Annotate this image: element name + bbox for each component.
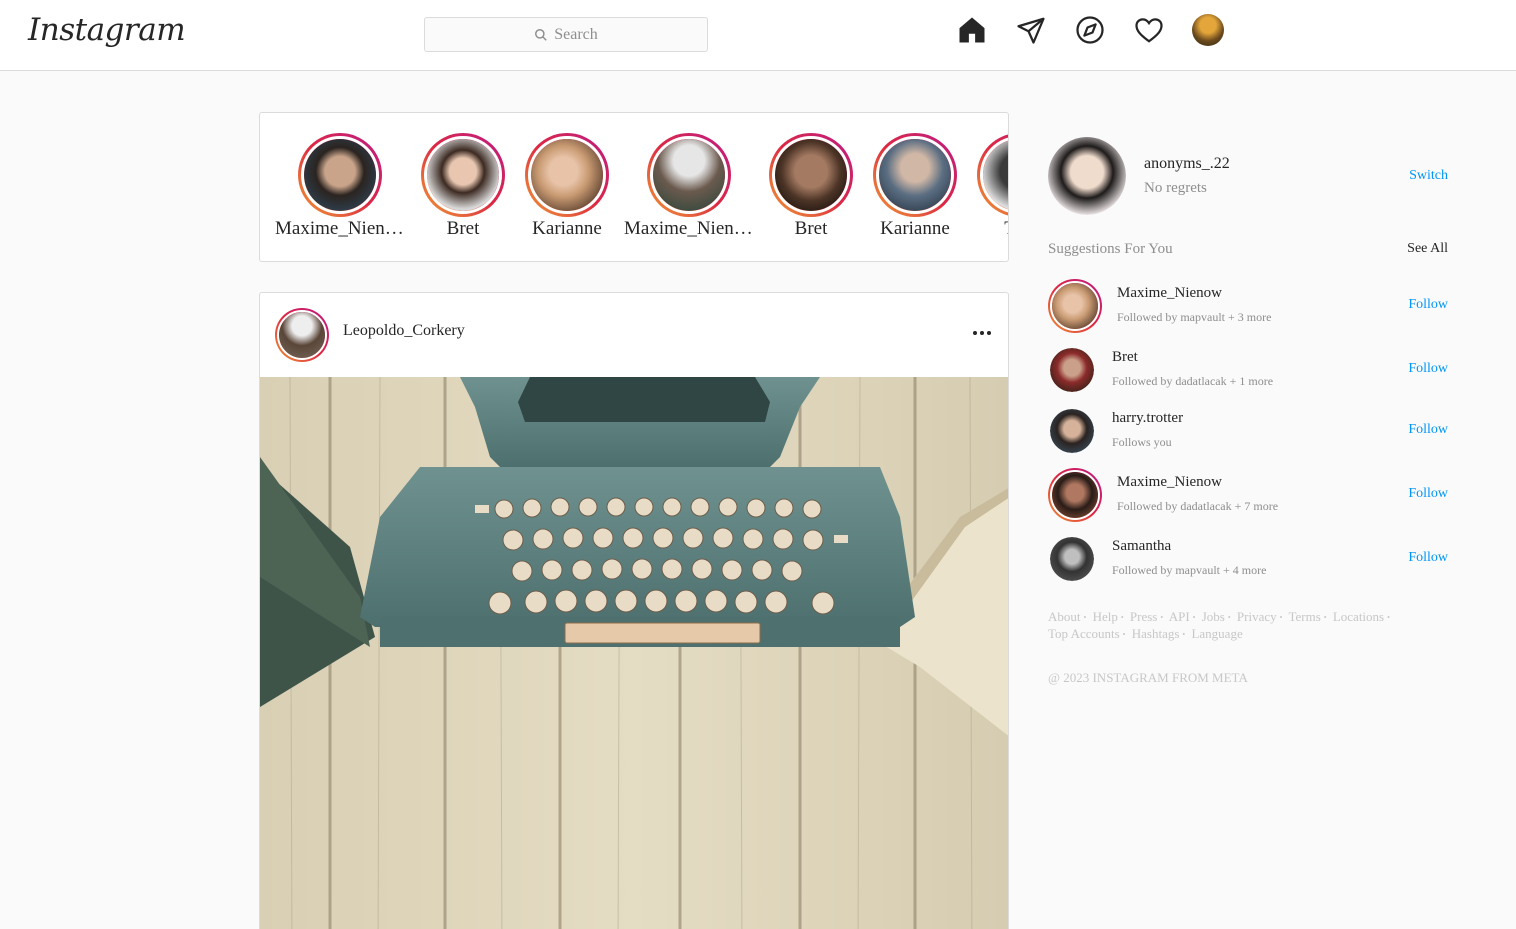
- story-username: Karianne: [532, 218, 602, 239]
- post-author-avatar[interactable]: [275, 308, 329, 362]
- story-ring: [298, 133, 382, 217]
- footer-link[interactable]: Help: [1093, 609, 1118, 624]
- story-ring: [525, 133, 609, 217]
- footer-link[interactable]: Locations: [1333, 609, 1384, 624]
- suggestion-meta: Followed by mapvault + 3 more: [1117, 310, 1272, 324]
- current-user-avatar[interactable]: [1048, 137, 1126, 215]
- suggestion-avatar[interactable]: [1048, 279, 1102, 333]
- footer-link[interactable]: Jobs: [1202, 609, 1225, 624]
- post-image[interactable]: [260, 377, 1009, 929]
- suggestion-row: Maxime_Nienow Followed by mapvault + 3 m…: [1048, 279, 1448, 335]
- current-user-card: anonyms_.22 No regrets Switch: [1048, 137, 1448, 217]
- suggestion-username[interactable]: Maxime_Nienow: [1117, 285, 1222, 302]
- activity-heart-icon[interactable]: [1133, 14, 1165, 46]
- avatar: [1192, 14, 1224, 46]
- avatar: [653, 139, 725, 211]
- story-username: Maxime_Nienow: [624, 218, 754, 239]
- avatar: [531, 139, 603, 211]
- follow-button[interactable]: Follow: [1408, 486, 1448, 502]
- story-item[interactable]: Maxime_Nienow: [275, 133, 405, 240]
- suggestion-avatar[interactable]: [1048, 468, 1102, 522]
- footer-link[interactable]: API: [1169, 609, 1190, 624]
- footer-link[interactable]: Press: [1130, 609, 1157, 624]
- avatar: [1052, 283, 1098, 329]
- suggestion-meta: Followed by mapvault + 4 more: [1112, 563, 1267, 577]
- footer-links-line-1: About • Help • Press • API • Jobs • Privacy • …: [1048, 609, 1390, 624]
- profile-avatar[interactable]: [1192, 14, 1224, 46]
- top-navigation-bar: Instagram Search: [0, 0, 1516, 71]
- avatar: [427, 139, 499, 211]
- suggestion-username[interactable]: harry.trotter: [1112, 410, 1183, 427]
- suggestion-meta: Follows you: [1112, 435, 1172, 449]
- follow-button[interactable]: Follow: [1408, 297, 1448, 313]
- avatar: [1050, 537, 1094, 581]
- avatar: [279, 312, 325, 358]
- story-ring: [769, 133, 853, 217]
- avatar: [1050, 409, 1094, 453]
- current-username[interactable]: anonyms_.22: [1144, 155, 1230, 173]
- suggestion-username[interactable]: Bret: [1112, 349, 1138, 366]
- follow-button[interactable]: Follow: [1408, 422, 1448, 438]
- direct-message-icon[interactable]: [1015, 14, 1047, 46]
- search-icon: [535, 28, 547, 41]
- post-header: Leopoldo_Corkery: [260, 293, 1008, 377]
- post-author-username[interactable]: Leopoldo_Corkery: [343, 322, 465, 340]
- suggestion-username[interactable]: Samantha: [1112, 538, 1171, 555]
- suggestion-row: Samantha Followed by mapvault + 4 more F…: [1048, 532, 1448, 588]
- footer-links: About • Help • Press • API • Jobs • Privacy • …: [1048, 609, 1428, 643]
- avatar: [879, 139, 951, 211]
- more-options-icon[interactable]: [970, 321, 994, 345]
- story-item[interactable]: Maxime_Nienow: [624, 133, 754, 240]
- nav-icon-group: [956, 14, 1224, 46]
- story-ring: [977, 133, 1008, 217]
- footer-links-line-2: Top Accounts • Hashtags • Language: [1048, 626, 1243, 642]
- search-input[interactable]: Search: [424, 17, 708, 52]
- story-username: Maxime_Nienow: [275, 218, 405, 239]
- switch-account-button[interactable]: Switch: [1409, 168, 1448, 184]
- story-username: The: [954, 218, 1008, 240]
- story-ring: [421, 133, 505, 217]
- feed-post: Leopoldo_Corkery: [259, 292, 1009, 929]
- suggestions-title: Suggestions For You: [1048, 241, 1173, 257]
- current-user-subtitle: No regrets: [1144, 180, 1207, 196]
- home-icon[interactable]: [956, 14, 988, 46]
- footer-link[interactable]: Privacy: [1237, 609, 1277, 624]
- suggestion-meta: Followed by dadatlacak + 1 more: [1112, 374, 1274, 388]
- suggestion-meta: Followed by dadatlacak + 7 more: [1117, 499, 1279, 513]
- avatar: [775, 139, 847, 211]
- explore-icon[interactable]: [1074, 14, 1106, 46]
- right-sidebar: anonyms_.22 No regrets Switch Suggestion…: [1048, 137, 1448, 685]
- suggestion-row: harry.trotter Follows you Follow: [1048, 404, 1448, 460]
- suggestion-row: Bret Followed by dadatlacak + 1 more Fol…: [1048, 343, 1448, 399]
- story-item[interactable]: Karianne: [502, 133, 632, 240]
- stories-tray: Maxime_Nienow Bret Karianne Maxime_Nieno…: [259, 112, 1009, 262]
- follow-button[interactable]: Follow: [1408, 550, 1448, 566]
- story-ring: [873, 133, 957, 217]
- footer-link[interactable]: About: [1048, 609, 1081, 624]
- follow-button[interactable]: Follow: [1408, 361, 1448, 377]
- avatar: [1048, 137, 1126, 215]
- footer-link[interactable]: Hashtags: [1132, 626, 1180, 641]
- footer-link[interactable]: Language: [1191, 626, 1242, 641]
- copyright-text: @ 2023 INSTAGRAM FROM META: [1048, 670, 1248, 685]
- suggestion-row: Maxime_Nienow Followed by dadatlacak + 7…: [1048, 468, 1448, 524]
- suggestion-avatar[interactable]: [1050, 537, 1094, 581]
- search-placeholder: Search: [554, 25, 598, 43]
- avatar: [1050, 348, 1094, 392]
- avatar: [1052, 472, 1098, 518]
- suggestion-username[interactable]: Maxime_Nienow: [1117, 474, 1222, 491]
- footer-link[interactable]: Top Accounts: [1048, 626, 1120, 641]
- story-ring: [647, 133, 731, 217]
- suggestion-avatar[interactable]: [1050, 348, 1094, 392]
- instagram-logo[interactable]: Instagram: [28, 12, 186, 48]
- story-item[interactable]: The: [954, 133, 1008, 240]
- avatar: [304, 139, 376, 211]
- see-all-button[interactable]: See All: [1407, 241, 1448, 257]
- avatar: [983, 139, 1008, 211]
- footer-link[interactable]: Terms: [1288, 609, 1320, 624]
- suggestion-avatar[interactable]: [1050, 409, 1094, 453]
